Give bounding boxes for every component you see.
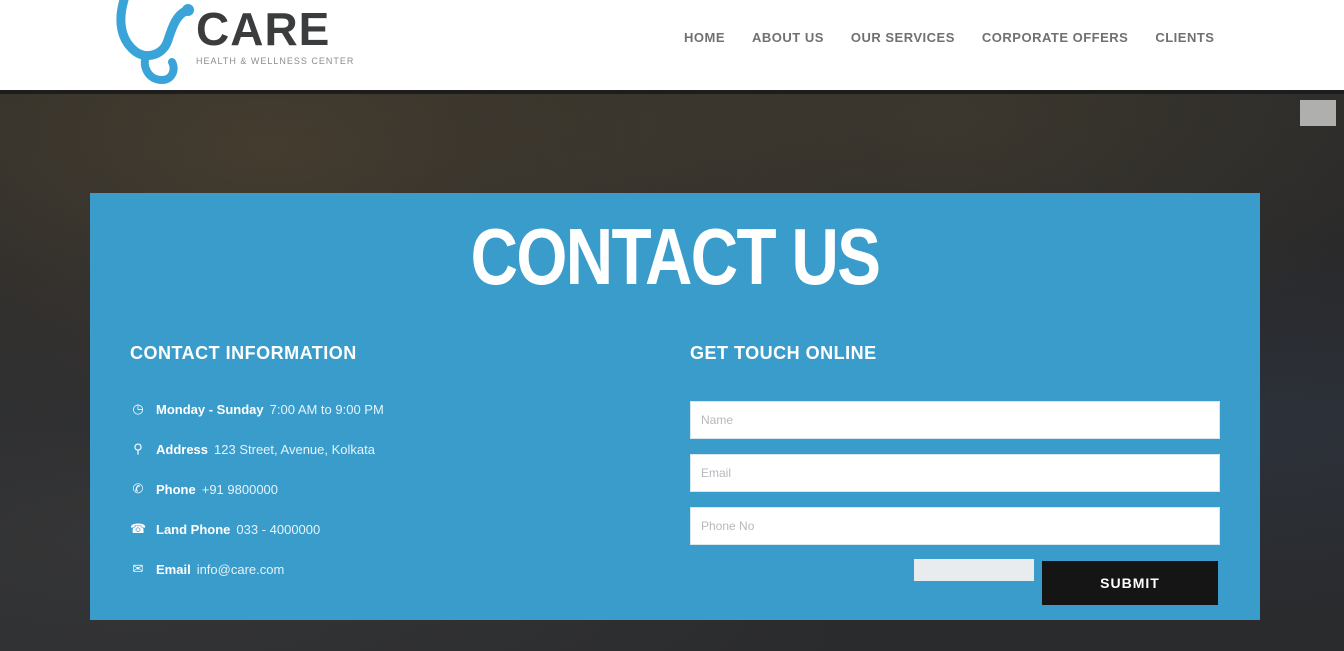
logo[interactable]: CARE HEALTH & WELLNESS CENTER [100, 0, 360, 88]
email-field[interactable] [690, 454, 1220, 492]
landline-icon: ☎ [130, 521, 147, 536]
info-value: 7:00 AM to 9:00 PM [269, 401, 384, 417]
email-icon: ✉ [132, 561, 144, 576]
info-row-address: ⚲ Address 123 Street, Avenue, Kolkata [130, 439, 384, 459]
nav-about-us[interactable]: ABOUT US [752, 30, 824, 45]
info-row-landline: ☎ Land Phone 033 - 4000000 [130, 519, 384, 539]
phone-field[interactable] [690, 507, 1220, 545]
logo-tagline: HEALTH & WELLNESS CENTER [196, 56, 355, 66]
info-label: Monday - Sunday [156, 401, 264, 417]
info-row-phone: ✆ Phone +91 9800000 [130, 479, 384, 499]
contact-form: SUBMIT [690, 401, 1220, 605]
info-value: info@care.com [196, 561, 285, 577]
name-field[interactable] [690, 401, 1220, 439]
contact-panel: CONTACT US CONTACT INFORMATION GET TOUCH… [90, 193, 1260, 620]
form-heading: GET TOUCH ONLINE [690, 343, 877, 363]
info-value: 033 - 4000000 [236, 521, 321, 537]
map-pin-icon: ⚲ [133, 441, 143, 456]
captcha-image [914, 559, 1034, 581]
stethoscope-logo-icon [116, 0, 194, 85]
contact-title: CONTACT US [470, 212, 881, 301]
contact-info-list: ◷ Monday - Sunday 7:00 AM to 9:00 PM ⚲ A… [130, 399, 384, 599]
info-row-email: ✉ Email info@care.com [130, 559, 384, 579]
info-value: 123 Street, Avenue, Kolkata [214, 441, 375, 457]
nav-clients[interactable]: CLIENTS [1155, 30, 1214, 45]
corner-widget[interactable] [1300, 100, 1336, 126]
nav-corporate-offers[interactable]: CORPORATE OFFERS [982, 30, 1128, 45]
info-label: Phone [156, 481, 196, 497]
info-label: Email [156, 561, 191, 577]
submit-button[interactable]: SUBMIT [1042, 561, 1218, 605]
nav-our-services[interactable]: OUR SERVICES [851, 30, 955, 45]
site-header: CARE HEALTH & WELLNESS CENTER HOME ABOUT… [0, 0, 1344, 90]
nav-home[interactable]: HOME [684, 30, 725, 45]
clock-icon: ◷ [132, 401, 144, 416]
phone-icon: ✆ [132, 481, 144, 496]
info-label: Address [156, 441, 209, 457]
info-label: Land Phone [156, 521, 231, 537]
main-nav: HOME ABOUT US OUR SERVICES CORPORATE OFF… [684, 30, 1241, 45]
logo-text: CARE [196, 3, 331, 55]
info-value: +91 9800000 [201, 481, 279, 497]
contact-info-heading: CONTACT INFORMATION [130, 343, 357, 363]
info-row-hours: ◷ Monday - Sunday 7:00 AM to 9:00 PM [130, 399, 384, 419]
